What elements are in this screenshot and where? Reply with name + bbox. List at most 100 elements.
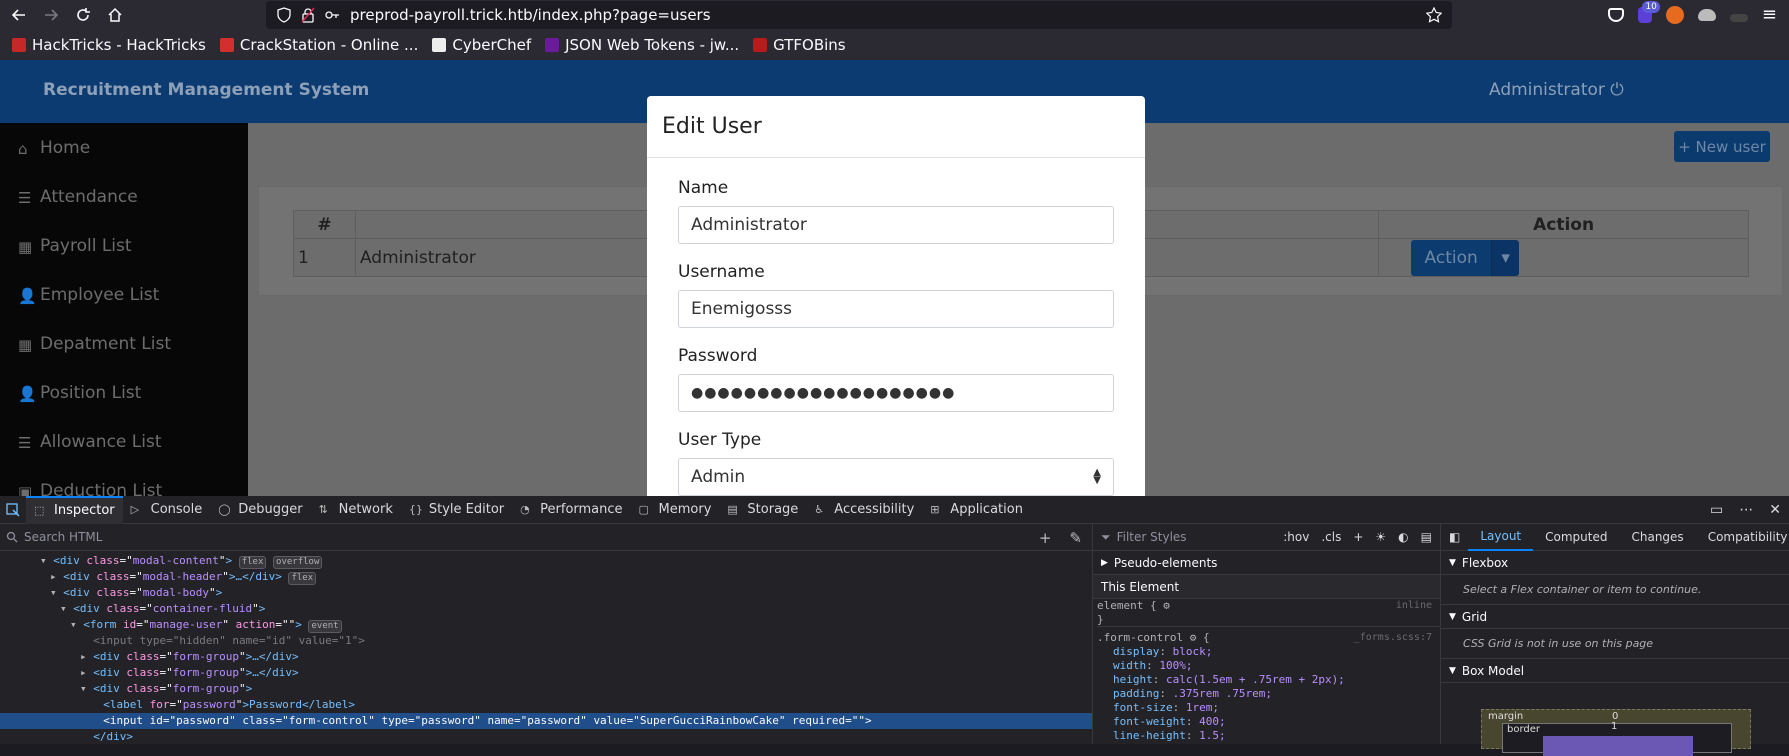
- sidebar-item[interactable]: ▣ Deduction List: [0, 466, 248, 497]
- action-button[interactable]: Action: [1411, 239, 1492, 276]
- border-value[interactable]: 1: [1611, 721, 1617, 732]
- devtools-tab[interactable]: ▷ Console: [123, 496, 211, 524]
- css-declaration[interactable]: line-height: 1.5;: [1097, 729, 1440, 743]
- tree-toggle-icon[interactable]: ▸: [80, 650, 93, 663]
- tree-toggle-icon[interactable]: ▸: [50, 570, 63, 583]
- more-options-icon[interactable]: ⋯: [1739, 502, 1753, 518]
- tree-toggle-icon[interactable]: ▾: [80, 682, 93, 695]
- devtools-tab[interactable]: ♿ Accessibility: [806, 496, 922, 524]
- css-declaration[interactable]: display: block;: [1097, 645, 1440, 659]
- html-badge[interactable]: overflow: [273, 556, 323, 569]
- extension-purple-icon[interactable]: 10: [1637, 1, 1660, 23]
- css-declaration[interactable]: font-weight: 400;: [1097, 715, 1440, 729]
- sidebar-toggle-icon[interactable]: ◧: [1441, 530, 1468, 544]
- devtools-tab[interactable]: {} Style Editor: [401, 496, 512, 524]
- html-node-line[interactable]: </div>: [0, 729, 1092, 745]
- boxmodel-section[interactable]: ▼ Box Model: [1441, 659, 1789, 683]
- html-node-line[interactable]: <input id="password" class="form-control…: [0, 713, 1092, 729]
- html-node-line[interactable]: <label for="password">Password</label>: [0, 697, 1092, 713]
- rule-source-link[interactable]: _forms.scss:7: [1354, 631, 1432, 645]
- html-node-line[interactable]: <input type="hidden" name="id" value="1"…: [0, 633, 1092, 649]
- sidebar-item[interactable]: 👤 Position List: [0, 368, 248, 417]
- form-control-rule[interactable]: .form-control ⚙ {_forms.scss:7: [1097, 631, 1440, 645]
- grid-section[interactable]: ▼ Grid: [1441, 605, 1789, 629]
- devtools-tab[interactable]: ◯ Debugger: [210, 496, 310, 524]
- url-text[interactable]: preprod-payroll.trick.htb/index.php?page…: [350, 6, 711, 24]
- lock-warning-icon[interactable]: [300, 7, 316, 23]
- css-declaration[interactable]: width: 100%;: [1097, 659, 1440, 673]
- bookmark-item[interactable]: HackTricks - HackTricks: [12, 36, 206, 54]
- bookmark-item[interactable]: JSON Web Tokens - jw...: [545, 36, 739, 54]
- foxyproxy-icon[interactable]: [1665, 6, 1684, 24]
- element-picker-button[interactable]: [0, 496, 26, 524]
- html-node-line[interactable]: ▸ <div class="form-group">…</div>: [0, 665, 1092, 681]
- layout-tab[interactable]: Computed: [1533, 524, 1619, 551]
- dark-mode-icon[interactable]: ◐: [1398, 530, 1408, 544]
- css-declaration[interactable]: height: calc(1.5em + .75rem + 2px);: [1097, 673, 1440, 687]
- menu-icon[interactable]: ≡: [1762, 6, 1777, 24]
- shield-icon[interactable]: [276, 7, 292, 23]
- add-node-icon[interactable]: +: [1039, 529, 1052, 547]
- user-menu[interactable]: Administrator ⏻: [1489, 80, 1624, 100]
- html-node-line[interactable]: ▾ <div class="form-group">: [0, 681, 1092, 697]
- dark-extension-icon[interactable]: [1729, 14, 1748, 22]
- reload-button[interactable]: [72, 4, 94, 26]
- sidebar-item[interactable]: ⌂ Home: [0, 123, 248, 172]
- pocket-icon[interactable]: [1607, 8, 1624, 22]
- html-node-line[interactable]: ▾ <div class="modal-body">: [0, 585, 1092, 601]
- devtools-tab[interactable]: ⬚ Inspector: [26, 495, 123, 524]
- username-input[interactable]: Enemigosss: [678, 290, 1114, 328]
- bookmark-item[interactable]: CyberChef: [432, 36, 531, 54]
- usertype-select[interactable]: Admin ▲ ▼: [678, 458, 1114, 496]
- sidebar-item[interactable]: ▦ Payroll List: [0, 221, 248, 270]
- html-node-line[interactable]: ▸ <div class="modal-header">…</div> flex: [0, 569, 1092, 585]
- dock-icon[interactable]: ▭: [1710, 502, 1723, 518]
- tree-toggle-icon[interactable]: ▾: [70, 618, 83, 631]
- bookmark-item[interactable]: CrackStation - Online ...: [219, 36, 418, 54]
- tree-toggle-icon[interactable]: ▾: [60, 602, 73, 615]
- password-input[interactable]: ●●●●●●●●●●●●●●●●●●●●: [678, 374, 1114, 412]
- mask-icon[interactable]: [1697, 9, 1716, 21]
- html-node-line[interactable]: ▾ <div class="container-fluid">: [0, 601, 1092, 617]
- layout-tab[interactable]: Compatibility: [1696, 524, 1789, 551]
- layout-tab[interactable]: Changes: [1619, 524, 1695, 551]
- bookmark-star-icon[interactable]: [1426, 7, 1442, 23]
- back-button[interactable]: [8, 4, 30, 26]
- tree-toggle-icon[interactable]: ▾: [40, 554, 53, 567]
- sidebar-item[interactable]: ☰ Attendance: [0, 172, 248, 221]
- print-icon[interactable]: ▤: [1421, 530, 1432, 544]
- devtools-tab[interactable]: ◔ Performance: [512, 496, 630, 524]
- sidebar-item[interactable]: 👤 Employee List: [0, 270, 248, 319]
- home-button[interactable]: [104, 4, 126, 26]
- bookmark-item[interactable]: GTFOBins: [753, 36, 846, 54]
- search-html-input[interactable]: Search HTML: [24, 530, 102, 544]
- tree-toggle-icon[interactable]: ▸: [80, 666, 93, 679]
- css-declaration[interactable]: padding: .375rem .75rem;: [1097, 687, 1440, 701]
- html-badge[interactable]: flex: [238, 556, 267, 569]
- html-badge[interactable]: flex: [288, 572, 317, 585]
- element-rule-open[interactable]: element { ⚙ inline: [1097, 599, 1440, 613]
- layout-tab[interactable]: Layout: [1468, 524, 1534, 551]
- html-badge[interactable]: event: [308, 620, 342, 633]
- add-rule-icon[interactable]: +: [1353, 530, 1363, 544]
- key-icon[interactable]: [324, 7, 340, 23]
- devtools-tab[interactable]: ⊞ Application: [922, 496, 1031, 524]
- devtools-tab[interactable]: ⇅ Network: [311, 496, 401, 524]
- html-node-line[interactable]: ▾ <div class="modal-content"> flex overf…: [0, 553, 1092, 569]
- close-devtools-icon[interactable]: ✕: [1769, 502, 1781, 518]
- url-bar[interactable]: preprod-payroll.trick.htb/index.php?page…: [266, 1, 1452, 29]
- devtools-tab[interactable]: ▢ Memory: [631, 496, 720, 524]
- name-input[interactable]: Administrator: [678, 206, 1114, 244]
- sidebar-item[interactable]: ▦ Depatment List: [0, 319, 248, 368]
- html-node-line[interactable]: ▸ <div class="form-group">…</div>: [0, 649, 1092, 665]
- pseudo-elements-section[interactable]: ▶ Pseudo-elements: [1093, 551, 1440, 575]
- hov-toggle[interactable]: :hov: [1283, 530, 1309, 544]
- devtools-tab[interactable]: ▤ Storage: [719, 496, 806, 524]
- flexbox-section[interactable]: ▼ Flexbox: [1441, 551, 1789, 575]
- html-node-line[interactable]: ▾ <form id="manage-user" action=""> even…: [0, 617, 1092, 633]
- forward-button[interactable]: [40, 4, 62, 26]
- filter-styles-input[interactable]: Filter Styles: [1117, 530, 1187, 544]
- tree-toggle-icon[interactable]: ▾: [50, 586, 63, 599]
- caret-down-icon[interactable]: ▾: [1491, 239, 1520, 276]
- sidebar-item[interactable]: ☰ Allowance List: [0, 417, 248, 466]
